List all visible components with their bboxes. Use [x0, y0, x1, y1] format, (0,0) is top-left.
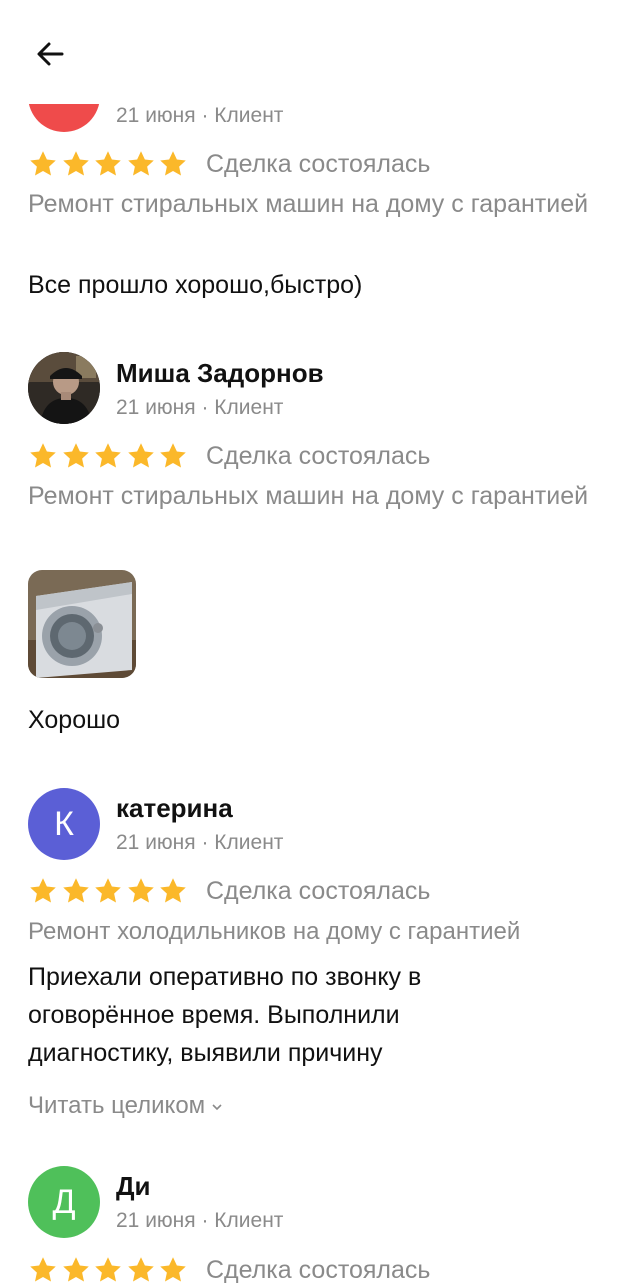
top-bar: [0, 0, 643, 104]
arrow-left-icon: [37, 42, 64, 66]
reviewer-name[interactable]: катерина: [116, 793, 233, 824]
star-icon: [93, 149, 123, 179]
user-photo: [28, 352, 100, 424]
star-icon: [93, 876, 123, 906]
review-meta: 21 июня · Клиент: [116, 1209, 284, 1232]
deal-status: Сделка состоялась: [206, 877, 431, 905]
deal-status: Сделка состоялась: [206, 150, 431, 178]
star-icon: [158, 876, 188, 906]
star-icon: [126, 1255, 156, 1285]
star-icon: [158, 1255, 188, 1285]
star-icon: [126, 441, 156, 471]
deal-status: Сделка состоялась: [206, 442, 431, 470]
rating-stars: [28, 440, 191, 472]
service-name: Ремонт стиральных машин на дому с гарант…: [28, 190, 589, 218]
service-name: Ремонт холодильников на дому с гарантией: [28, 918, 521, 945]
star-icon: [61, 1255, 91, 1285]
rating-stars: [28, 148, 191, 180]
star-icon: [61, 441, 91, 471]
rating-stars: [28, 1254, 191, 1286]
review-meta: 21 июня · Клиент: [116, 396, 284, 419]
star-icon: [158, 149, 188, 179]
review-text: Приехали оперативно по звонку в оговорён…: [28, 963, 422, 1067]
star-icon: [93, 441, 123, 471]
star-icon: [61, 149, 91, 179]
avatar[interactable]: Д: [28, 1166, 100, 1238]
review-photo-thumbnail[interactable]: [28, 570, 136, 678]
read-more-link[interactable]: Читать целиком: [28, 1092, 223, 1120]
back-button[interactable]: [32, 36, 68, 72]
review-meta: 21 июня · Клиент: [116, 831, 284, 854]
review-text: Хорошо: [28, 706, 121, 734]
read-more-label: Читать целиком: [28, 1092, 206, 1119]
star-icon: [61, 876, 91, 906]
star-icon: [126, 149, 156, 179]
chevron-down-icon: [211, 1092, 223, 1120]
review-meta: 21 июня · Клиент: [116, 104, 284, 127]
star-icon: [28, 441, 58, 471]
avatar[interactable]: К: [28, 788, 100, 860]
reviewer-name[interactable]: Миша Задорнов: [116, 358, 324, 389]
rating-stars: [28, 875, 191, 907]
deal-status: Сделка состоялась: [206, 1256, 431, 1284]
service-name: Ремонт стиральных машин на дому с гарант…: [28, 482, 589, 510]
star-icon: [28, 876, 58, 906]
reviewer-name[interactable]: Ди: [116, 1171, 151, 1202]
star-icon: [28, 149, 58, 179]
star-icon: [93, 1255, 123, 1285]
star-icon: [158, 441, 188, 471]
review-text: Все прошло хорошо,быстро): [28, 271, 363, 299]
star-icon: [126, 876, 156, 906]
washing-machine-photo: [28, 570, 136, 678]
star-icon: [28, 1255, 58, 1285]
avatar[interactable]: [28, 352, 100, 424]
